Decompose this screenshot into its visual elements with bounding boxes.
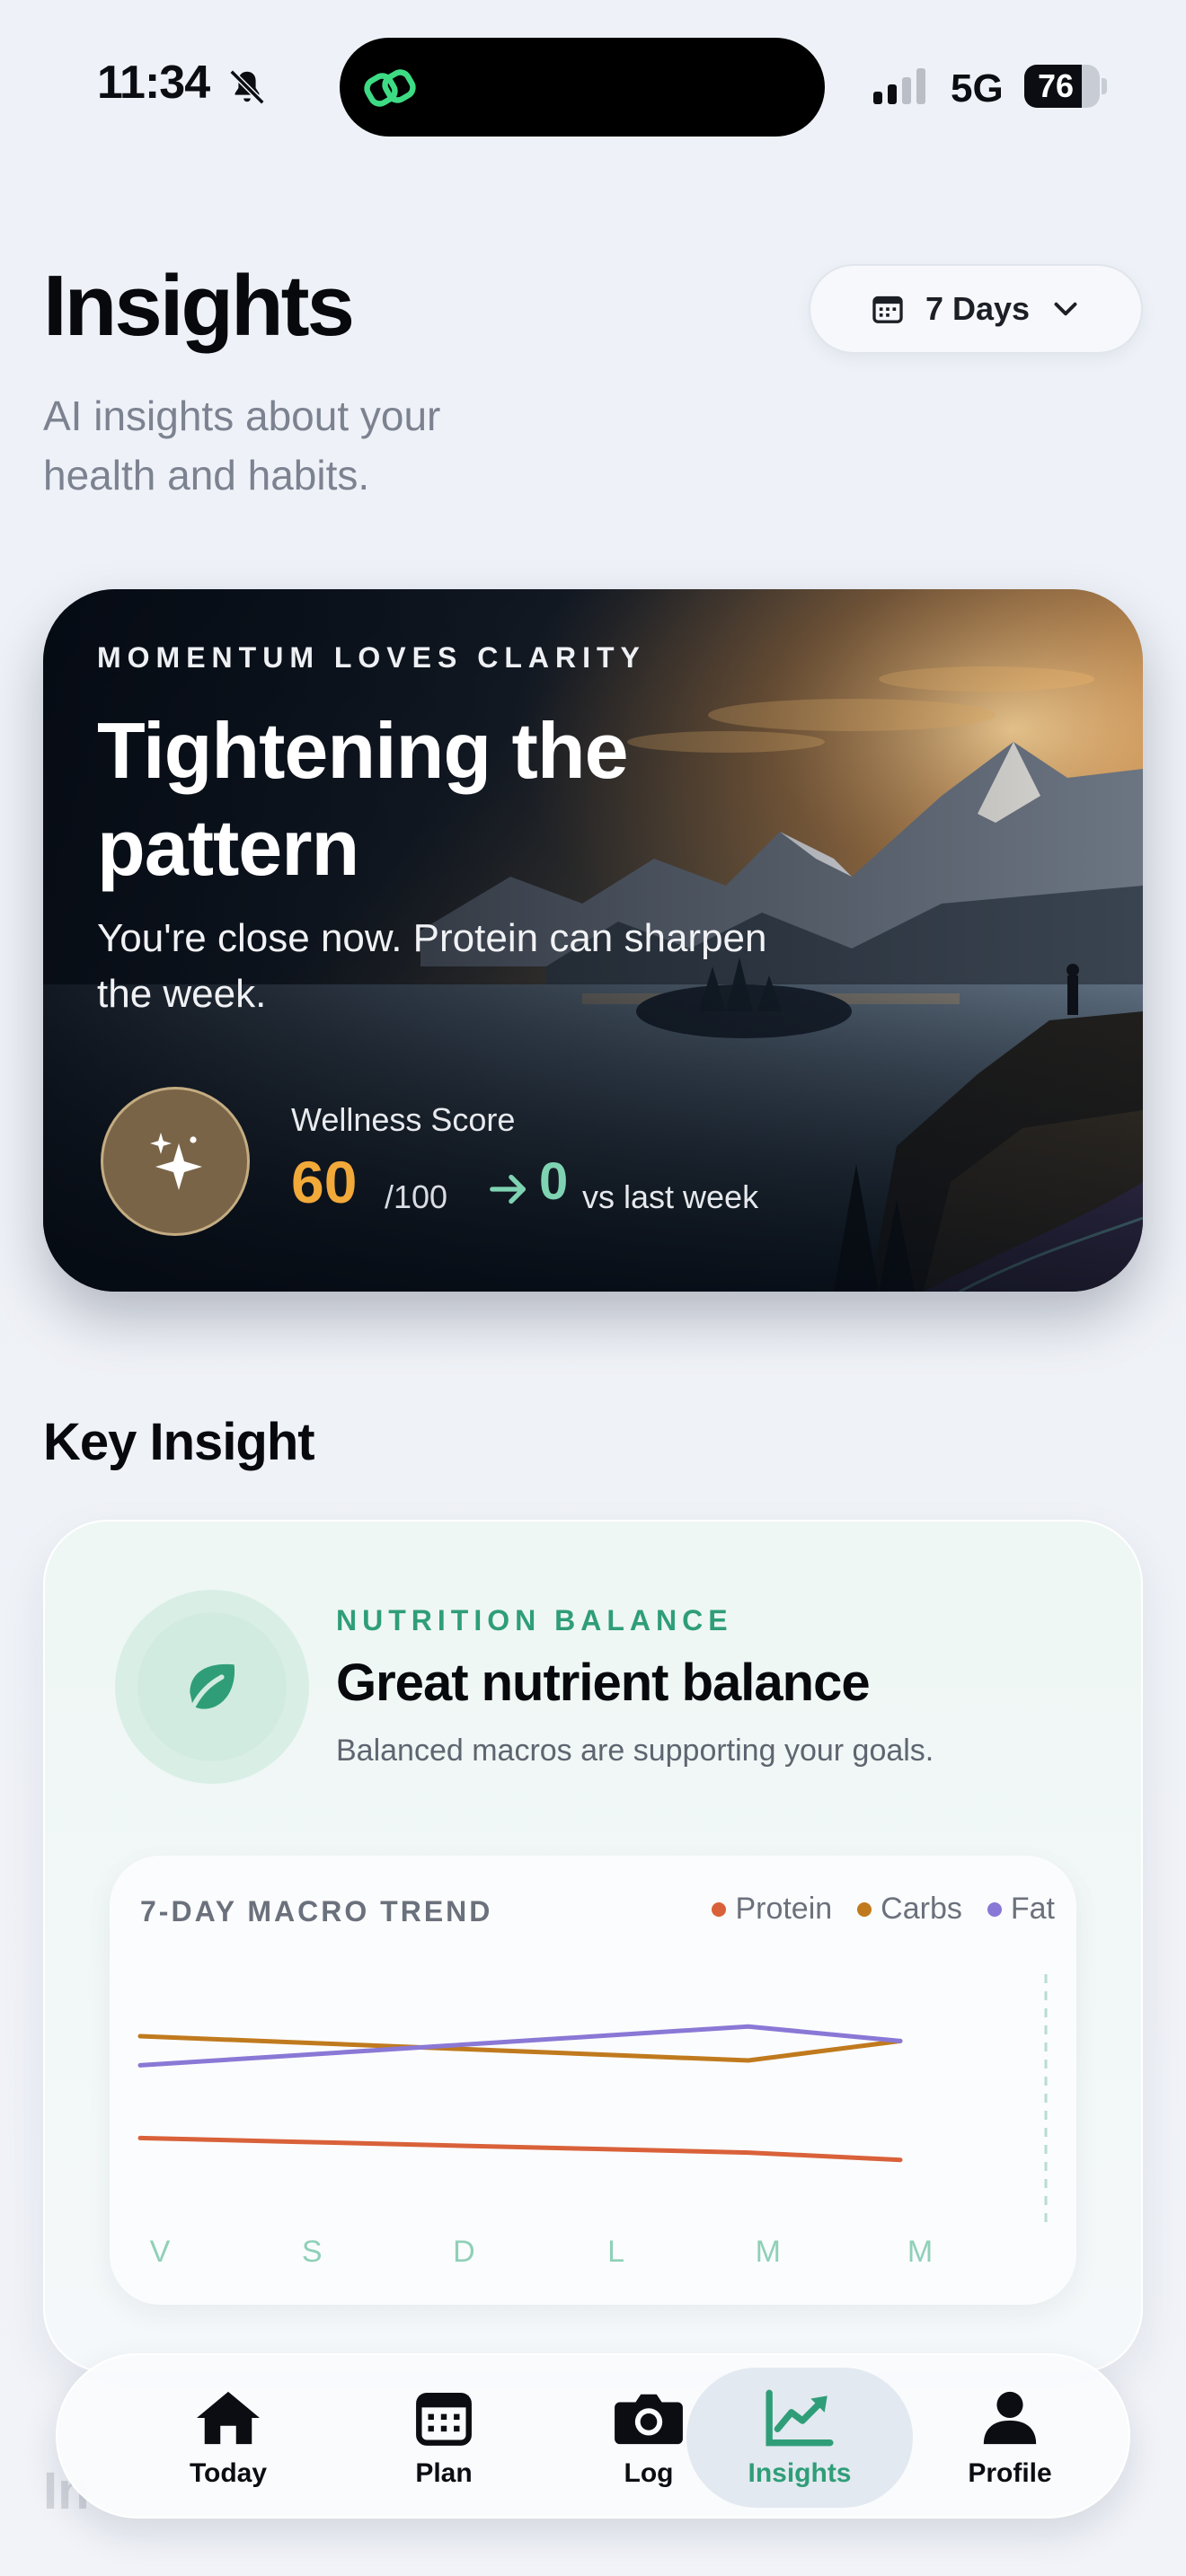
tab-log-label: Log bbox=[624, 2458, 674, 2488]
x-tick-label: S bbox=[302, 2235, 323, 2269]
insight-title: Great nutrient balance bbox=[336, 1654, 871, 1712]
insight-description: Balanced macros are supporting your goal… bbox=[336, 1734, 934, 1768]
legend-item-carbs: Carbs bbox=[857, 1892, 962, 1927]
legend-dot bbox=[712, 1901, 727, 1917]
status-time: 11:34 bbox=[97, 57, 210, 109]
series-line-protein bbox=[137, 2135, 903, 2163]
dynamic-island bbox=[340, 38, 825, 137]
battery-level: 76 bbox=[1037, 67, 1075, 104]
link-icon bbox=[364, 69, 416, 107]
calendar-icon bbox=[872, 296, 903, 323]
range-select-label: 7 Days bbox=[925, 290, 1031, 327]
x-tick-label: D bbox=[453, 2235, 475, 2269]
chart-legend: Protein Carbs Fat bbox=[110, 1892, 1055, 1927]
tab-today[interactable]: Today bbox=[129, 2368, 327, 2508]
battery-icon: 76 bbox=[1024, 65, 1107, 108]
tab-insights-label: Insights bbox=[748, 2458, 852, 2488]
tab-today-label: Today bbox=[189, 2458, 268, 2488]
legend-label: Fat bbox=[1010, 1892, 1055, 1926]
hero-text: You're close now. Protein can sharpen th… bbox=[97, 916, 767, 1016]
series-line-fat bbox=[137, 2024, 903, 2068]
wellness-score-value: 60 bbox=[291, 1149, 358, 1215]
camera-icon bbox=[615, 2394, 683, 2445]
legend-item-fat: Fat bbox=[987, 1892, 1055, 1927]
tab-profile[interactable]: Profile bbox=[911, 2368, 1109, 2508]
person-icon bbox=[983, 2391, 1037, 2445]
key-insight-heading: Key Insight bbox=[43, 1413, 315, 1471]
chevron-down-icon bbox=[1054, 302, 1077, 316]
wellness-score-max: /100 bbox=[385, 1178, 448, 1215]
wellness-score-label: Wellness Score bbox=[291, 1101, 516, 1138]
wellness-badge bbox=[101, 1087, 250, 1236]
x-tick-label: M bbox=[756, 2235, 781, 2269]
tab-plan-label: Plan bbox=[415, 2458, 473, 2488]
macro-trend-chart: VSDLMM 7-DAY MACRO TREND Protein Carbs Fat bbox=[110, 1856, 1076, 2305]
x-tick-label: M bbox=[907, 2235, 933, 2269]
wellness-score-delta: 0 bbox=[539, 1152, 569, 1211]
hero-eyebrow: MOMENTUM LOVES CLARITY bbox=[97, 641, 646, 674]
legend-label: Carbs bbox=[881, 1892, 962, 1926]
leaf-icon bbox=[190, 1663, 235, 1709]
tab-insights[interactable]: Insights bbox=[686, 2368, 913, 2508]
tab-plan[interactable]: Plan bbox=[345, 2368, 543, 2508]
home-icon bbox=[197, 2391, 260, 2445]
legend-dot bbox=[987, 1901, 1002, 1917]
tab-profile-label: Profile bbox=[968, 2458, 1052, 2488]
network-label: 5G bbox=[951, 66, 1004, 110]
chart-trend-icon bbox=[766, 2389, 834, 2447]
key-insight-card[interactable]: NUTRITION BALANCE Great nutrient balance… bbox=[43, 1520, 1143, 2373]
insight-icon-badge bbox=[115, 1590, 309, 1784]
signal-icon bbox=[873, 68, 925, 104]
sparkles-icon bbox=[150, 1133, 202, 1190]
arrow-right-icon bbox=[490, 1174, 527, 1204]
page-subtitle: AI insights about your health and habits… bbox=[43, 393, 441, 498]
legend-label: Protein bbox=[735, 1892, 833, 1926]
range-select[interactable]: 7 Days bbox=[809, 264, 1143, 354]
legend-item-protein: Protein bbox=[712, 1892, 832, 1927]
legend-dot bbox=[857, 1901, 872, 1917]
status-bar: 11:34 5G 76 bbox=[0, 0, 1186, 171]
wellness-score-compare: vs last week bbox=[582, 1178, 759, 1215]
wellness-hero-card[interactable]: MOMENTUM LOVES CLARITY Tightening the pa… bbox=[43, 589, 1143, 1292]
x-tick-label: L bbox=[607, 2235, 624, 2269]
calendar-icon bbox=[416, 2393, 472, 2446]
page-title: Insights bbox=[43, 258, 355, 354]
bottom-tab-bar: Today Plan Log Insights Profile bbox=[56, 2353, 1130, 2519]
x-tick-label: V bbox=[150, 2235, 171, 2269]
bell-slash-icon bbox=[229, 69, 265, 105]
insight-eyebrow: NUTRITION BALANCE bbox=[336, 1604, 733, 1636]
hero-title: Tightening the pattern bbox=[97, 706, 629, 892]
